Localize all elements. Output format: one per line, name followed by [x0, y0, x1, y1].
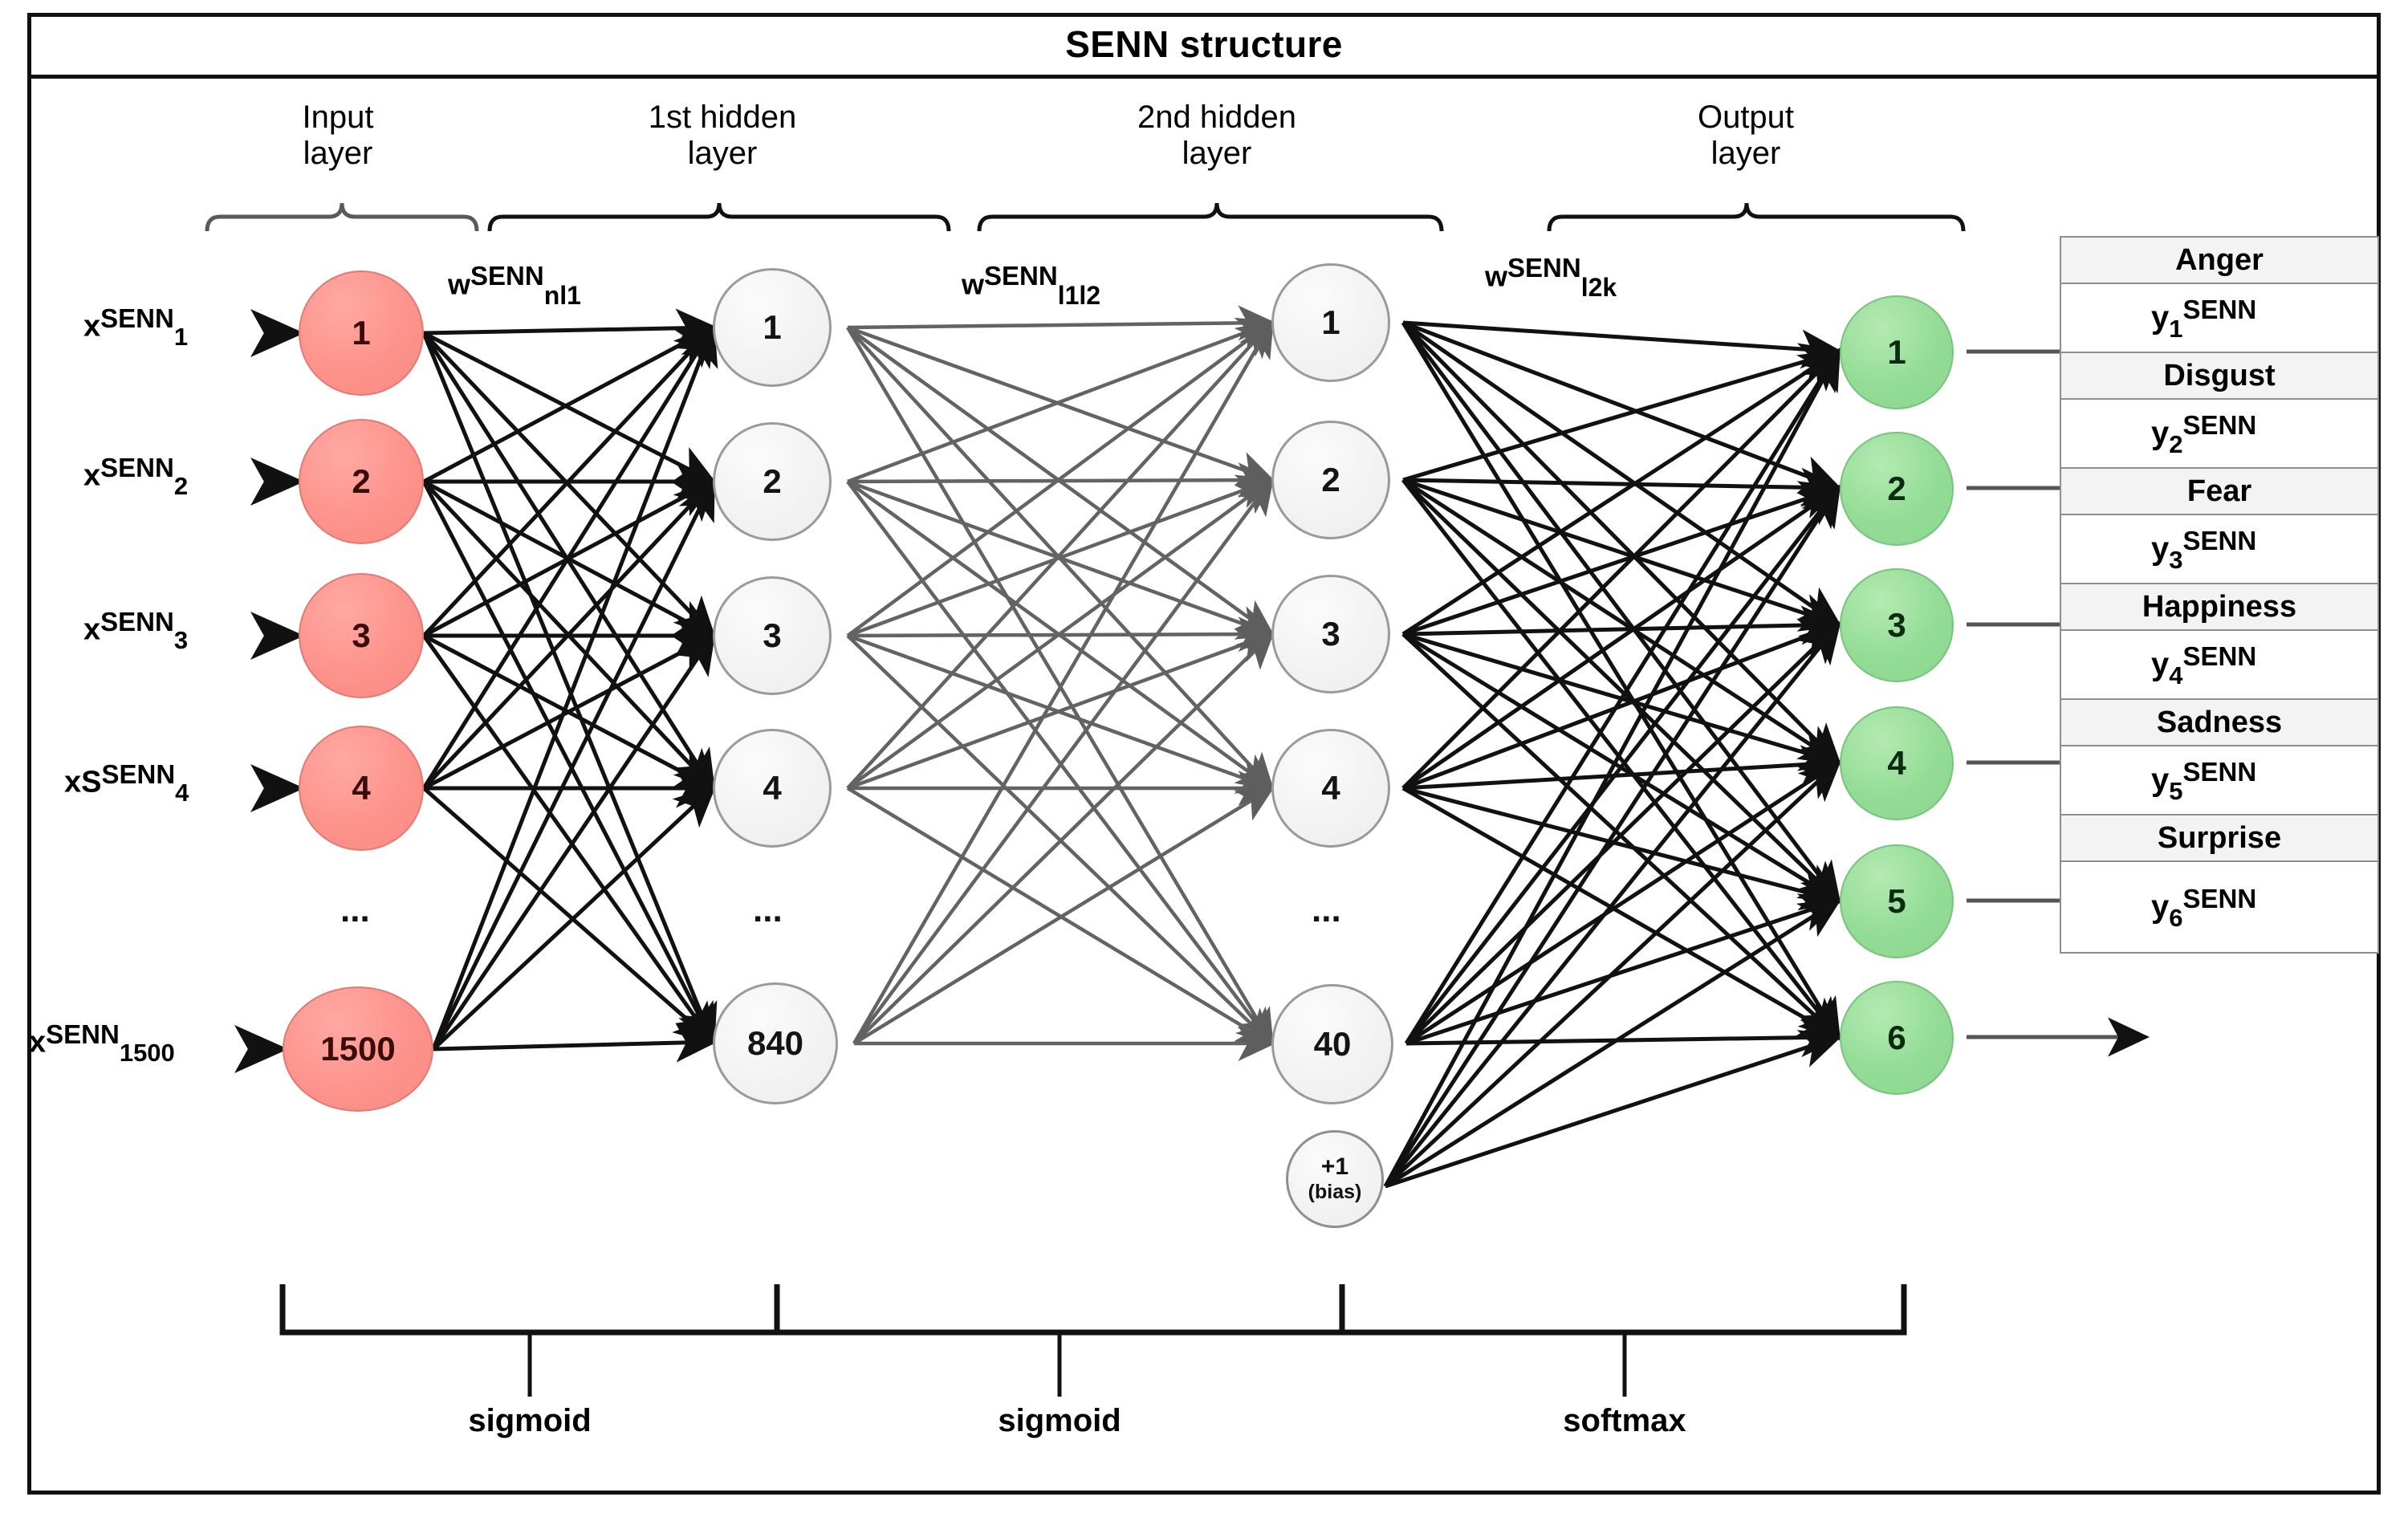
output-node-2[interactable]: 2 [1840, 432, 1954, 546]
input-node-2[interactable]: 2 [299, 419, 424, 544]
hidden2-node-1-label: 1 [1321, 303, 1340, 341]
hidden1-node-2-label: 2 [763, 462, 782, 500]
hidden2-node-40-label: 40 [1313, 1025, 1352, 1063]
layer-header-hidden1-line1: 1st hidden [648, 100, 797, 135]
hidden1-node-1-label: 1 [763, 308, 782, 346]
input-label-1: xSENN1 [83, 303, 189, 351]
table-row: Fear [2061, 469, 2377, 515]
hidden2-node-4-label: 4 [1321, 769, 1340, 807]
hidden1-layer-ellipsis: ... [753, 890, 783, 929]
hidden1-node-1[interactable]: 1 [713, 268, 832, 387]
table-row: y4SENN [2061, 631, 2377, 700]
output-node-4[interactable]: 4 [1840, 706, 1954, 820]
input-layer-ellipsis: ... [340, 890, 370, 929]
table-row: y2SENN [2061, 400, 2377, 469]
emotion-label-sadness: Sadness [2156, 705, 2283, 739]
layer-header-hidden2: 2nd hidden layer [1112, 100, 1321, 172]
table-row: Disgust [2061, 353, 2377, 400]
output-value-y4: y4SENN [2151, 641, 2257, 690]
hidden1-node-4[interactable]: 4 [713, 729, 832, 848]
layer-header-hidden2-line2: layer [1182, 135, 1252, 171]
output-node-6-label: 6 [1887, 1019, 1906, 1056]
table-row: y3SENN [2061, 515, 2377, 584]
input-label-2: xSENN2 [83, 453, 189, 500]
table-row: Surprise [2061, 815, 2377, 862]
bias-node[interactable]: +1 (bias) [1286, 1130, 1384, 1228]
output-value-y2: y2SENN [2151, 409, 2257, 459]
layer-header-hidden1: 1st hidden layer [618, 100, 827, 172]
table-row: y1SENN [2061, 284, 2377, 353]
hidden1-node-840[interactable]: 840 [713, 982, 838, 1104]
output-value-y6: y6SENN [2151, 883, 2257, 933]
input-node-2-label: 2 [352, 462, 371, 500]
layer-header-input-line1: Input [302, 100, 374, 135]
weight-label-hidden1-hidden2: wSENNl1l2 [962, 261, 1101, 310]
activation-label-1: sigmoid [468, 1403, 592, 1438]
table-row: y6SENN [2061, 862, 2377, 952]
output-node-4-label: 4 [1887, 744, 1906, 782]
emotion-label-anger: Anger [2175, 242, 2264, 277]
hidden1-node-3[interactable]: 3 [713, 576, 832, 695]
output-node-3[interactable]: 3 [1840, 568, 1954, 682]
input-node-3-label: 3 [352, 616, 371, 654]
table-row: y5SENN [2061, 746, 2377, 815]
hidden1-node-840-label: 840 [746, 1024, 804, 1062]
output-value-y3: y3SENN [2151, 525, 2257, 575]
input-label-1500: xSENN1500 [29, 1019, 175, 1067]
input-node-4[interactable]: 4 [299, 726, 424, 851]
hidden2-node-40[interactable]: 40 [1271, 984, 1393, 1104]
layer-header-output-line1: Output [1697, 100, 1795, 135]
hidden2-node-2-label: 2 [1321, 461, 1340, 498]
hidden2-node-3[interactable]: 3 [1271, 575, 1390, 693]
input-node-1500[interactable]: 1500 [283, 986, 433, 1112]
hidden2-node-1[interactable]: 1 [1271, 263, 1390, 382]
input-label-3: xSENN3 [83, 607, 189, 654]
layer-header-input: Input layer [238, 100, 438, 172]
input-label-4: xSSENN4 [64, 759, 189, 807]
emotion-label-surprise: Surprise [2157, 820, 2282, 855]
bias-node-label: (bias) [1308, 1180, 1362, 1203]
layer-header-output-line2: layer [1710, 135, 1781, 171]
activation-label-2: sigmoid [998, 1403, 1121, 1438]
input-node-1[interactable]: 1 [299, 270, 424, 396]
bias-node-value: +1 [1320, 1153, 1349, 1180]
weight-label-hidden2-output: wSENNl2k [1485, 253, 1617, 302]
input-node-3[interactable]: 3 [299, 573, 424, 698]
output-node-5[interactable]: 5 [1840, 844, 1954, 958]
activation-label-3: softmax [1563, 1403, 1686, 1438]
layer-header-input-line2: layer [303, 135, 373, 171]
output-node-2-label: 2 [1887, 470, 1906, 507]
table-row: Sadness [2061, 700, 2377, 746]
weight-label-input-hidden1: wSENNnl1 [448, 261, 581, 310]
emotion-label-happiness: Happiness [2142, 589, 2297, 624]
layer-header-hidden1-line2: layer [687, 135, 758, 171]
figure-root: SENN structure Input layer 1st hidden la… [0, 0, 2408, 1513]
hidden2-layer-ellipsis: ... [1312, 890, 1341, 929]
hidden2-node-4[interactable]: 4 [1271, 729, 1390, 848]
hidden2-node-2[interactable]: 2 [1271, 421, 1390, 539]
input-node-1-label: 1 [352, 314, 371, 352]
layer-header-hidden2-line1: 2nd hidden [1137, 100, 1296, 135]
output-value-y1: y1SENN [2151, 294, 2257, 344]
table-row: Anger [2061, 238, 2377, 284]
table-row: Happiness [2061, 584, 2377, 631]
output-node-3-label: 3 [1887, 606, 1906, 644]
hidden1-node-3-label: 3 [763, 616, 782, 654]
hidden2-node-3-label: 3 [1321, 615, 1340, 653]
input-node-1500-label: 1500 [320, 1030, 396, 1068]
output-value-y5: y5SENN [2151, 756, 2257, 806]
layer-header-output: Output layer [1653, 100, 1838, 172]
emotion-label-fear: Fear [2186, 474, 2252, 508]
hidden1-node-4-label: 4 [763, 769, 782, 807]
hidden1-node-2[interactable]: 2 [713, 422, 832, 541]
input-node-4-label: 4 [352, 769, 371, 807]
output-node-1[interactable]: 1 [1840, 295, 1954, 409]
output-node-1-label: 1 [1887, 333, 1906, 371]
output-node-5-label: 5 [1887, 882, 1906, 920]
output-node-6[interactable]: 6 [1840, 981, 1954, 1095]
emotion-label-disgust: Disgust [2163, 358, 2276, 392]
output-emotions-table: Anger y1SENN Disgust y2SENN Fear y3SENN … [2060, 236, 2379, 954]
